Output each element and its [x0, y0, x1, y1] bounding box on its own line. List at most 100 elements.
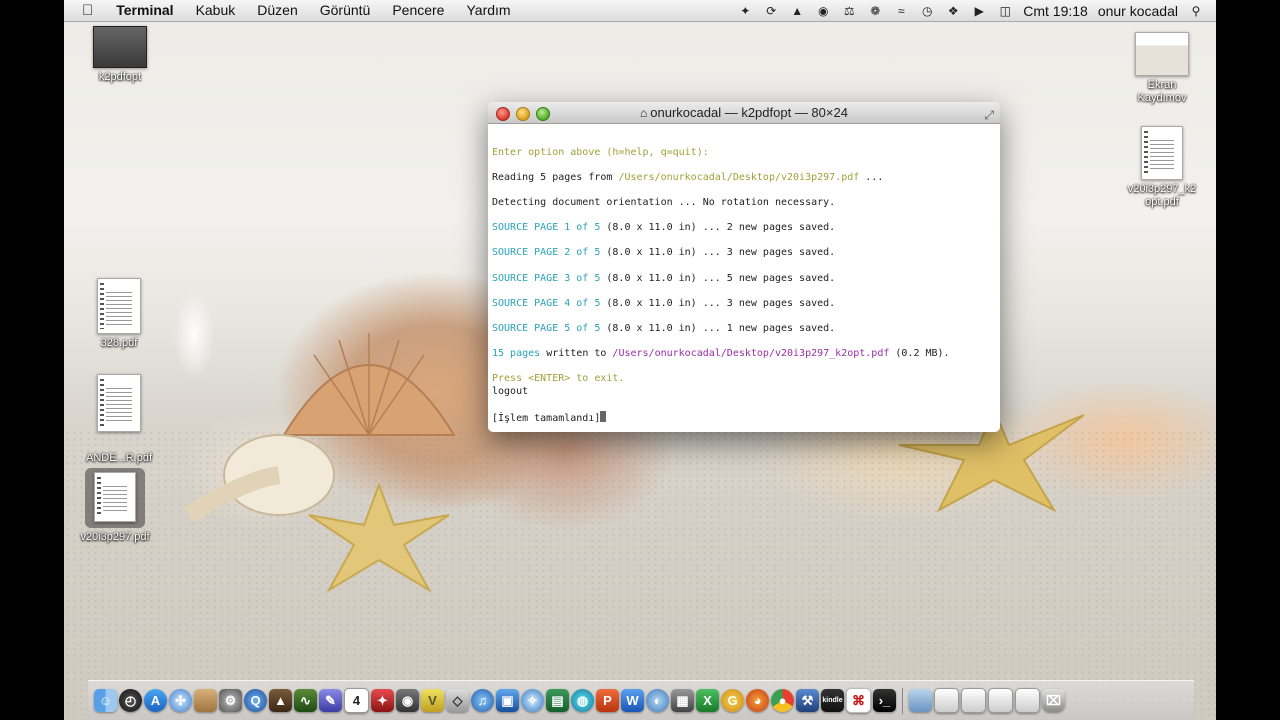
iphoto-icon[interactable]: ▤ — [546, 689, 569, 712]
menu-terminal[interactable]: Terminal — [105, 0, 184, 21]
menu-bar:  Terminal Kabuk Düzen Görüntü Pencere Y… — [64, 0, 1216, 22]
terminal-line-reading: Reading 5 pages from /Users/onurkocadal/… — [492, 171, 884, 183]
screen-icon[interactable]: ▣ — [496, 689, 519, 712]
trash-icon[interactable]: ⌧ — [1042, 689, 1065, 712]
terminal-icon[interactable]: ›_ — [873, 689, 896, 712]
terminal-line-detecting: Detecting document orientation ... No ro… — [492, 196, 836, 208]
volume-icon[interactable]: ▶ — [971, 4, 987, 18]
firefox-icon[interactable]: ◕ — [746, 689, 769, 712]
preferences-icon[interactable]: ▦ — [671, 689, 694, 712]
dropbox-icon[interactable]: ✦ — [737, 4, 753, 18]
spotlight-search-icon[interactable]: ⚲ — [1188, 4, 1204, 18]
terminal-cursor — [600, 411, 607, 423]
pdf-document-icon — [94, 472, 136, 522]
terminal-line-done: [İşlem tamamlandı] — [492, 411, 996, 426]
hat-icon[interactable]: ▲ — [789, 4, 805, 18]
time-machine-icon[interactable]: ◷ — [919, 4, 935, 18]
dock-separator — [902, 687, 903, 714]
apple-menu-icon[interactable]:  — [64, 2, 105, 19]
terminal-title: onurkocadal — k2pdfopt — 80×24 — [650, 105, 848, 120]
screenshot-thumbnail-icon — [1135, 32, 1189, 76]
bank-icon[interactable]: ⚖ — [841, 4, 857, 18]
sync-icon[interactable]: ⟳ — [763, 4, 779, 18]
desktop-icon-v20[interactable]: v20i3p297.pdf — [74, 468, 156, 544]
terminal-line-written: 15 pages written to /Users/onurkocadal/D… — [492, 348, 950, 360]
terminal-titlebar[interactable]: ⌂ onurkocadal — k2pdfopt — 80×24 ⤢ — [488, 102, 1000, 124]
system-preferences-icon[interactable]: ⚙ — [219, 689, 242, 712]
kindle-icon[interactable]: kindle — [821, 689, 844, 712]
desktop-icon-328[interactable]: 328.pdf — [84, 278, 154, 350]
terminal-window[interactable]: ⌂ onurkocadal — k2pdfopt — 80×24 ⤢ Enter … — [488, 102, 1000, 432]
powerpoint-icon[interactable]: P — [596, 689, 619, 712]
terminal-content[interactable]: Enter option above (h=help, q=quit): Read… — [488, 124, 1000, 432]
bluetooth-icon[interactable]: ❖ — [945, 4, 961, 18]
desktop-icon-label: ANDE...R.pdf — [85, 452, 153, 464]
safari-icon[interactable]: ✣ — [169, 689, 192, 712]
desktop-icon-v20-k2opt[interactable]: v20i3p297_k2 opt.pdf — [1118, 126, 1206, 209]
menu-goruntu[interactable]: Görüntü — [309, 0, 382, 21]
terminal-line-press: Press <ENTER> to exit. — [492, 373, 625, 385]
quicktime-icon[interactable]: Q — [244, 689, 267, 712]
menu-user[interactable]: onur kocadal — [1098, 3, 1178, 19]
wallpaper-figure — [164, 260, 224, 390]
window-icon-2[interactable] — [961, 688, 986, 713]
battery-icon[interactable]: ◫ — [997, 4, 1013, 18]
fullscreen-icon[interactable]: ⤢ — [984, 105, 994, 126]
window-icon[interactable] — [934, 688, 959, 713]
window-icon-3[interactable] — [988, 688, 1013, 713]
desktop-icon-label: k2pdfopt — [98, 71, 142, 83]
desktop-icon-ekran[interactable]: Ekran Kaydımov — [1120, 32, 1204, 105]
desktop-icon-label: v20i3p297_k2 opt.pdf — [1127, 183, 1197, 208]
home-icon: ⌂ — [640, 106, 648, 120]
itunes-icon[interactable]: ♫ — [471, 689, 494, 712]
chrome-icon[interactable]: ● — [771, 689, 794, 712]
menu-yardim[interactable]: Yardım — [455, 0, 521, 21]
desktop-icon-k2pdfopt[interactable]: k2pdfopt — [85, 26, 155, 84]
maps-icon[interactable]: ◐ — [646, 689, 669, 712]
desktop-icon-ande[interactable]: ANDE...R.pdf — [80, 374, 158, 465]
desktop-icon-label: 328.pdf — [100, 337, 138, 349]
pdf-document-icon — [97, 278, 141, 334]
pdf-document-icon — [97, 374, 141, 432]
word-icon[interactable]: W — [621, 689, 644, 712]
safari-alt-icon[interactable]: ✧ — [521, 689, 544, 712]
desktop-icon-label: v20i3p297.pdf — [80, 531, 150, 543]
pdf-document-icon — [1141, 126, 1183, 180]
vectorworks-icon[interactable]: ◇ — [446, 689, 469, 712]
acrobat-icon[interactable]: ⌘ — [846, 688, 871, 713]
app-store-icon[interactable]: A — [144, 689, 167, 712]
calendar-icon[interactable]: 4 — [344, 688, 369, 713]
minimize-button[interactable] — [516, 107, 530, 121]
menu-clock[interactable]: Cmt 19:18 — [1023, 3, 1088, 19]
app-thumbnail-icon — [93, 26, 147, 68]
pen-icon[interactable]: ✎ — [319, 689, 342, 712]
dashboard-icon[interactable]: ◴ — [119, 689, 142, 712]
keynote-icon[interactable]: ▲ — [269, 689, 292, 712]
selected-icon-highlight — [85, 468, 145, 528]
menu-pencere[interactable]: Pencere — [381, 0, 455, 21]
terminal-line-prompt: Enter option above (h=help, q=quit): — [492, 146, 709, 158]
wifi-icon[interactable]: ≈ — [893, 4, 909, 18]
terminal-line-source-2: SOURCE PAGE 2 of 5 (8.0 x 11.0 in) ... 3… — [492, 247, 836, 259]
terminal-line-logout: logout — [492, 385, 529, 397]
xcode-icon[interactable]: ⚒ — [796, 689, 819, 712]
disk-icon[interactable]: ◉ — [815, 4, 831, 18]
firefox-alt-icon[interactable]: ◍ — [571, 689, 594, 712]
folder-icon[interactable] — [909, 689, 932, 712]
window-icon-4[interactable] — [1015, 688, 1040, 713]
finder-icon[interactable]: ☺ — [94, 689, 117, 712]
close-button[interactable] — [496, 107, 510, 121]
menu-kabuk[interactable]: Kabuk — [185, 0, 247, 21]
activity-monitor-icon[interactable]: ∿ — [294, 689, 317, 712]
facetime-icon[interactable]: ◉ — [396, 689, 419, 712]
gift-icon[interactable]: ❁ — [867, 4, 883, 18]
terminal-line-source-3: SOURCE PAGE 3 of 5 (8.0 x 11.0 in) ... 5… — [492, 272, 836, 284]
dock: ☺ ◴ A ✣ ⚙ Q ▲ ∿ ✎ 4 ✦ ◉ V ◇ ♫ ▣ ✧ ▤ ◍ P … — [88, 680, 1194, 720]
photo-booth-icon[interactable]: ✦ — [371, 689, 394, 712]
vlc-icon[interactable]: V — [421, 689, 444, 712]
chrome-alt-icon[interactable]: G — [721, 689, 744, 712]
excel-icon[interactable]: X — [696, 689, 719, 712]
menu-duzen[interactable]: Düzen — [246, 0, 308, 21]
zoom-button[interactable] — [536, 107, 550, 121]
preview-icon[interactable] — [194, 689, 217, 712]
